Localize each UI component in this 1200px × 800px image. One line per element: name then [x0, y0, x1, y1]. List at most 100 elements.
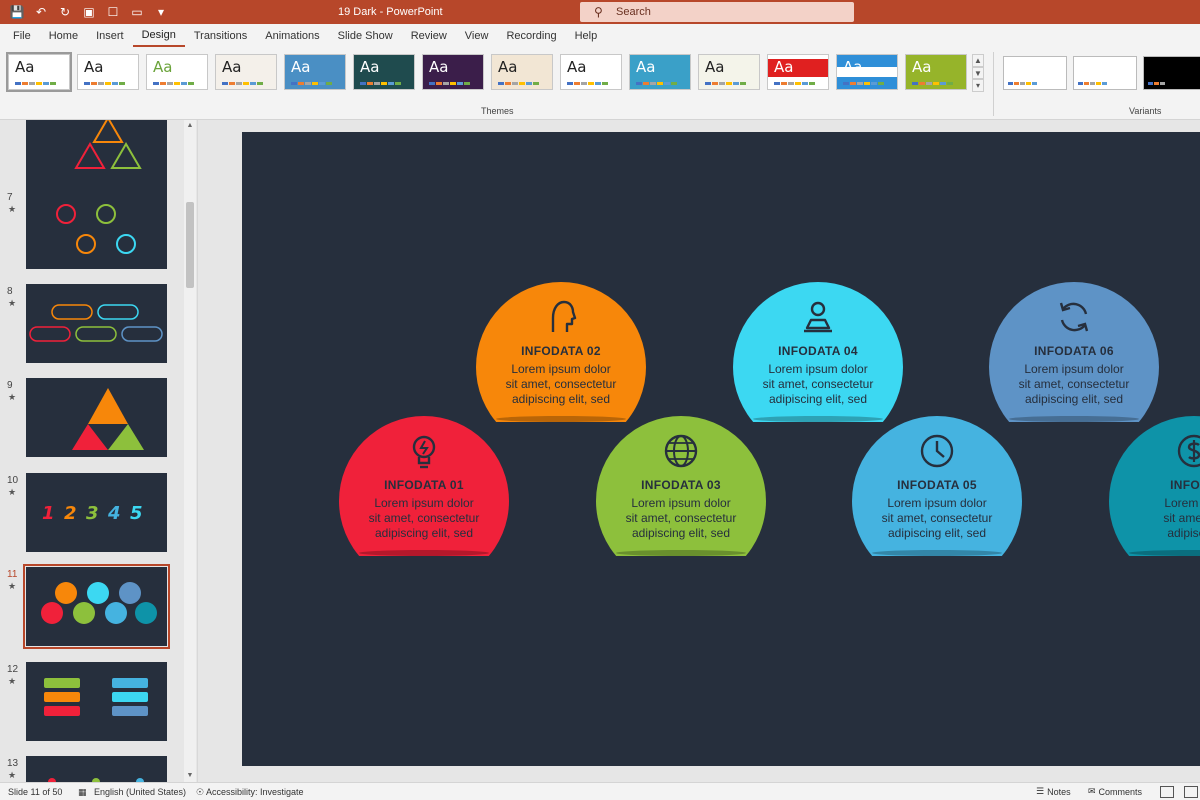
language-status[interactable]: English (United States): [94, 787, 186, 797]
infodata-card[interactable]: INFODATA 03 Lorem ipsum dolor sit amet, co…: [596, 416, 766, 556]
tab-view[interactable]: View: [456, 24, 498, 48]
theme-color-swatches: [222, 82, 263, 85]
notes-button[interactable]: ☰ Notes: [1036, 786, 1071, 797]
save-icon[interactable]: 💾: [8, 3, 26, 21]
gallery-scroll: ▲ ▼ ▾: [972, 54, 984, 93]
card-body-line: adipiscing elit, sed: [631, 526, 731, 540]
theme-thumb[interactable]: Aa: [836, 54, 898, 90]
theme-thumb[interactable]: Aa: [767, 54, 829, 90]
theme-color-swatches: [84, 82, 125, 85]
variant-thumb[interactable]: [1073, 56, 1137, 90]
checkbox-icon[interactable]: ☐: [104, 3, 122, 21]
status-bar: Slide 11 of 50 ▦ English (United States)…: [0, 782, 1200, 800]
variant-thumb[interactable]: [1143, 56, 1200, 90]
thumb-art: [72, 388, 144, 450]
theme-color-swatches: [291, 82, 332, 85]
undo-icon[interactable]: ↶: [32, 3, 50, 21]
theme-color-swatches: [498, 82, 539, 85]
shape-icon[interactable]: ▭: [128, 3, 146, 21]
tab-recording[interactable]: Recording: [497, 24, 565, 48]
theme-thumb[interactable]: Aa: [698, 54, 760, 90]
theme-thumb-label: Aa: [429, 58, 449, 76]
spellcheck-icon[interactable]: ▦: [78, 787, 87, 798]
card-body-line: sit amet, consectetur: [368, 511, 480, 525]
tab-help[interactable]: Help: [566, 24, 607, 48]
animation-star-icon: ★: [8, 204, 17, 214]
infodata-card[interactable]: INFODATA 01 Lorem ipsum dolor sit amet, co…: [339, 416, 509, 556]
document-title: 19 Dark - PowerPoint: [338, 6, 443, 18]
customize-qat-icon[interactable]: ▾: [152, 3, 170, 21]
current-slide[interactable]: INFODATA 01 Lorem ipsum dolor sit amet, co…: [242, 132, 1200, 766]
slide-thumbnail[interactable]: [26, 756, 167, 782]
infodata-card[interactable]: INFODATA 04 Lorem ipsum dolor sit amet, co…: [733, 282, 903, 422]
infodata-card[interactable]: INFODATA 05 Lorem ipsum dolor sit amet, co…: [852, 416, 1022, 556]
infodata-card[interactable]: INFODATA 02 Lorem ipsum dolor sit amet, co…: [476, 282, 646, 422]
slide-thumbnail[interactable]: 12345: [26, 473, 167, 552]
tab-slide-show[interactable]: Slide Show: [329, 24, 402, 48]
search-box[interactable]: ⚲ Search: [580, 2, 854, 22]
theme-thumb-label: Aa: [153, 58, 173, 76]
gallery-more-icon[interactable]: ▾: [972, 79, 984, 93]
tab-transitions[interactable]: Transitions: [185, 24, 256, 48]
theme-color-swatches: [843, 82, 884, 85]
redo-icon[interactable]: ↻: [56, 3, 74, 21]
theme-color-swatches: [774, 82, 815, 85]
theme-thumb[interactable]: Aa: [560, 54, 622, 90]
scroll-up-icon[interactable]: ▲: [184, 120, 196, 132]
tab-home[interactable]: Home: [40, 24, 87, 48]
slide-number: 11: [7, 569, 18, 580]
card-body: Lorem ipsum dolor sit amet, consectetur ad…: [596, 496, 766, 541]
theme-thumb[interactable]: Aa: [353, 54, 415, 90]
theme-thumb[interactable]: Aa: [284, 54, 346, 90]
tab-review[interactable]: Review: [402, 24, 456, 48]
theme-thumb[interactable]: Aa: [77, 54, 139, 90]
tab-insert[interactable]: Insert: [87, 24, 133, 48]
slide-thumbnail[interactable]: [26, 190, 167, 269]
slide-thumbnail[interactable]: [26, 120, 167, 193]
infodata-card[interactable]: INFODATA 06 Lorem ipsum dolor sit amet, co…: [989, 282, 1159, 422]
slide-number: 9: [7, 380, 13, 391]
gallery-down-icon[interactable]: ▼: [972, 66, 984, 80]
ribbon: Aa Aa Aa Aa Aa Aa Aa Aa Aa Aa Aa Aa Aa Aa ▲ ▼ ▾ Theme…: [0, 48, 1200, 120]
slide-sorter-icon[interactable]: [1184, 786, 1198, 798]
theme-thumb-label: Aa: [222, 58, 242, 76]
theme-thumb[interactable]: Aa: [491, 54, 553, 90]
thumbnail-scrollbar[interactable]: ▲ ▼: [184, 120, 196, 782]
normal-view-icon[interactable]: [1160, 786, 1174, 798]
theme-thumb[interactable]: Aa: [215, 54, 277, 90]
theme-thumb-label: Aa: [912, 58, 932, 76]
tab-design[interactable]: Design: [132, 25, 185, 47]
theme-thumb[interactable]: Aa: [629, 54, 691, 90]
theme-color-swatches: [429, 82, 470, 85]
slide-thumbnail[interactable]: [26, 284, 167, 363]
theme-thumb[interactable]: Aa: [6, 52, 72, 92]
search-icon: ⚲: [594, 5, 603, 19]
quick-access-toolbar: 💾 ↶ ↻ ▣ ☐ ▭ ▾: [8, 3, 170, 21]
slide-thumbnail[interactable]: [26, 662, 167, 741]
slide-editor: INFODATA 01 Lorem ipsum dolor sit amet, co…: [198, 120, 1200, 782]
animation-star-icon: ★: [8, 770, 17, 780]
tab-animations[interactable]: Animations: [256, 24, 328, 48]
theme-thumb[interactable]: Aa: [146, 54, 208, 90]
infodata-card[interactable]: INFODA Lorem ipsusit amet, coadipiscing: [1109, 416, 1200, 556]
present-icon[interactable]: ▣: [80, 3, 98, 21]
svg-text:5: 5: [130, 503, 143, 524]
theme-thumb[interactable]: Aa: [422, 54, 484, 90]
search-placeholder: Search: [616, 6, 651, 18]
accessibility-icon: ☉: [196, 787, 205, 797]
theme-thumb[interactable]: Aa: [905, 54, 967, 90]
slide-thumbnail[interactable]: [26, 378, 167, 457]
card-body-line: adipiscing elit, sed: [511, 392, 611, 406]
gallery-up-icon[interactable]: ▲: [972, 54, 984, 67]
svg-text:1: 1: [42, 503, 55, 524]
card-body-line: sit amet, consectetur: [625, 511, 737, 525]
variant-thumb[interactable]: [1003, 56, 1067, 90]
scroll-down-icon[interactable]: ▼: [184, 770, 196, 782]
clock-icon: [918, 432, 956, 470]
theme-color-swatches: [567, 82, 608, 85]
comments-button[interactable]: ✉ Comments: [1088, 786, 1142, 797]
slide-thumbnail[interactable]: [23, 564, 170, 649]
scroll-thumb[interactable]: [186, 202, 194, 288]
accessibility-status[interactable]: Accessibility: Investigate: [206, 787, 304, 797]
tab-file[interactable]: File: [4, 24, 40, 48]
